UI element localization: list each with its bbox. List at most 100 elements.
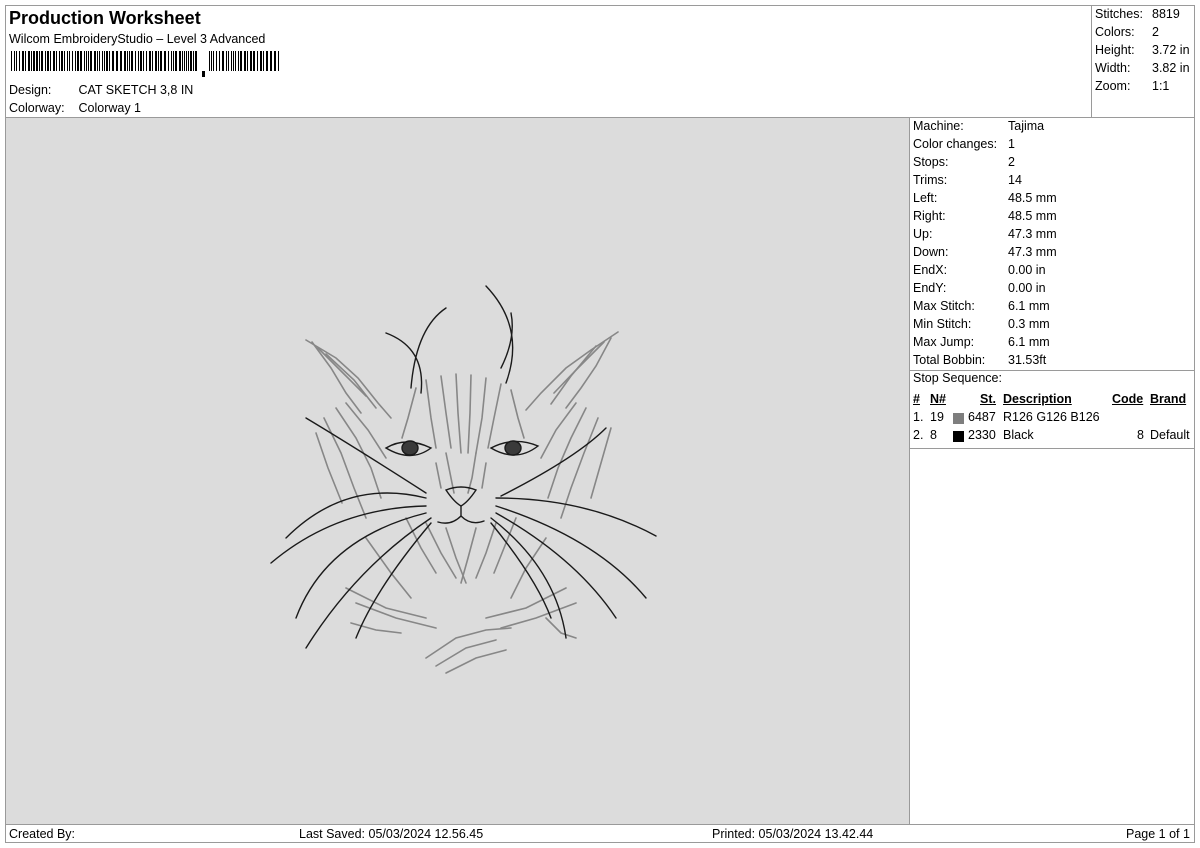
machine-info-value: Tajima	[1008, 119, 1045, 133]
worksheet-header: Production Worksheet Wilcom EmbroiderySt…	[6, 6, 1092, 118]
machine-info-value: 48.5 mm	[1008, 191, 1057, 205]
machine-info-label: Trims:	[913, 173, 948, 187]
machine-info-label: EndY:	[913, 281, 947, 295]
height-value: 3.72 in	[1152, 43, 1190, 57]
machine-info-row: EndX: 0.00 in	[913, 263, 1046, 277]
machine-info-row: Right: 48.5 mm	[913, 209, 1057, 223]
created-by: Created By:	[9, 827, 76, 841]
machine-info-value: 47.3 mm	[1008, 245, 1057, 259]
machine-info-row: Stops: 2	[913, 155, 1015, 169]
stitches-value: 8819	[1152, 7, 1180, 21]
cat-sketch-image	[270, 285, 657, 674]
stitches-label: Stitches:	[1095, 7, 1143, 21]
machine-info-label: Stops:	[913, 155, 949, 169]
machine-info-row: Left: 48.5 mm	[913, 191, 1057, 205]
page-number: Page 1 of 1	[1126, 827, 1190, 841]
stop-number: 2.	[913, 428, 924, 442]
machine-info-panel: Machine: Tajima Color changes: 1 Stops: 2 Trim…	[910, 118, 1194, 824]
col-stitches: St.	[980, 392, 996, 406]
col-number: #	[913, 392, 920, 406]
machine-info-value: 48.5 mm	[1008, 209, 1057, 223]
machine-info-row: Trims: 14	[913, 173, 1022, 187]
worksheet-frame: Production Worksheet Wilcom EmbroiderySt…	[5, 5, 1195, 843]
machine-info-row: Min Stitch: 0.3 mm	[913, 317, 1050, 331]
machine-info-row: Max Jump: 6.1 mm	[913, 335, 1050, 349]
colorway-value: Colorway 1	[78, 101, 142, 115]
machine-info-value: 2	[1008, 155, 1015, 169]
zoom-value: 1:1	[1152, 79, 1170, 93]
machine-info-label: Down:	[913, 245, 949, 259]
colors-row: Colors: 2	[1095, 25, 1159, 39]
stop-sequence-title: Stop Sequence:	[913, 371, 1002, 385]
machine-info-value: 14	[1008, 173, 1022, 187]
machine-info-label: Min Stitch:	[913, 317, 972, 331]
stop-sequence-header: # N# St. Description Code Brand	[913, 392, 1193, 410]
machine-info-value: 6.1 mm	[1008, 335, 1050, 349]
colors-value: 2	[1152, 25, 1159, 39]
stop-code: 8	[1137, 428, 1144, 442]
page-title: Production Worksheet	[9, 8, 201, 28]
stop-row: 1. 19 6487 R126 G126 B126	[913, 410, 1193, 428]
machine-info-value: 0.00 in	[1008, 281, 1046, 295]
design-label: Design:	[9, 83, 52, 97]
machine-info-row: Machine: Tajima	[913, 119, 1044, 133]
stop-description: R126 G126 B126	[1003, 410, 1100, 424]
colorway-row: Colorway: Colorway 1	[9, 101, 141, 115]
machine-info-row: Total Bobbin: 31.53ft	[913, 353, 1046, 367]
zoom-row: Zoom: 1:1	[1095, 79, 1169, 93]
stop-stitches: 2330	[968, 428, 996, 442]
machine-info-label: Max Stitch:	[913, 299, 975, 313]
machine-info-row: Max Stitch: 6.1 mm	[913, 299, 1050, 313]
col-needle: N#	[930, 392, 946, 406]
colorway-label: Colorway:	[9, 101, 65, 115]
machine-info-row: Color changes: 1	[913, 137, 1015, 151]
machine-info-label: Left:	[913, 191, 938, 205]
stop-needle: 19	[930, 410, 944, 424]
stop-number: 1.	[913, 410, 924, 424]
design-row: Design: CAT SKETCH 3,8 IN	[9, 83, 193, 97]
stop-stitches: 6487	[968, 410, 996, 424]
machine-info-label: Right:	[913, 209, 946, 223]
stop-needle: 8	[930, 428, 937, 442]
machine-info-value: 0.3 mm	[1008, 317, 1050, 331]
width-label: Width:	[1095, 61, 1131, 75]
design-stats: Stitches: 8819 Colors: 2 Height: 3.72 in Wi…	[1092, 6, 1194, 118]
design-preview	[6, 118, 910, 824]
machine-info-value: 31.53ft	[1008, 353, 1047, 367]
color-swatch	[953, 413, 964, 424]
machine-info-row: EndY: 0.00 in	[913, 281, 1046, 295]
machine-info-value: 6.1 mm	[1008, 299, 1050, 313]
design-value: CAT SKETCH 3,8 IN	[78, 83, 194, 97]
section-divider	[910, 448, 1194, 449]
worksheet-footer: Created By: Last Saved: 05/03/2024 12.56…	[6, 824, 1194, 842]
stop-brand: Default	[1150, 428, 1190, 442]
machine-info-label: Machine:	[913, 119, 964, 133]
last-saved: Last Saved: 05/03/2024 12.56.45	[299, 827, 484, 841]
machine-info-value: 0.00 in	[1008, 263, 1046, 277]
machine-info-row: Up: 47.3 mm	[913, 227, 1057, 241]
col-code: Code	[1112, 392, 1144, 406]
machine-info-label: Total Bobbin:	[913, 353, 986, 367]
machine-info-label: EndX:	[913, 263, 948, 277]
stitches-row: Stitches: 8819	[1095, 7, 1180, 21]
height-label: Height:	[1095, 43, 1135, 57]
width-value: 3.82 in	[1152, 61, 1190, 75]
machine-info-value: 47.3 mm	[1008, 227, 1057, 241]
machine-info-value: 1	[1008, 137, 1015, 151]
colors-label: Colors:	[1095, 25, 1135, 39]
software-subtitle: Wilcom EmbroideryStudio – Level 3 Advanc…	[9, 32, 266, 46]
machine-info-row: Down: 47.3 mm	[913, 245, 1057, 259]
printed-date: Printed: 05/03/2024 13.42.44	[712, 827, 874, 841]
width-row: Width: 3.82 in	[1095, 61, 1190, 75]
stop-row: 2. 8 2330 Black 8 Default	[913, 428, 1193, 446]
zoom-label: Zoom:	[1095, 79, 1131, 93]
machine-info-label: Color changes:	[913, 137, 998, 151]
machine-info-label: Max Jump:	[913, 335, 975, 349]
machine-info-label: Up:	[913, 227, 933, 241]
col-brand: Brand	[1150, 392, 1187, 406]
barcode-image	[11, 51, 279, 77]
color-swatch	[953, 431, 964, 442]
stop-description: Black	[1003, 428, 1034, 442]
col-description: Description	[1003, 392, 1072, 406]
height-row: Height: 3.72 in	[1095, 43, 1190, 57]
